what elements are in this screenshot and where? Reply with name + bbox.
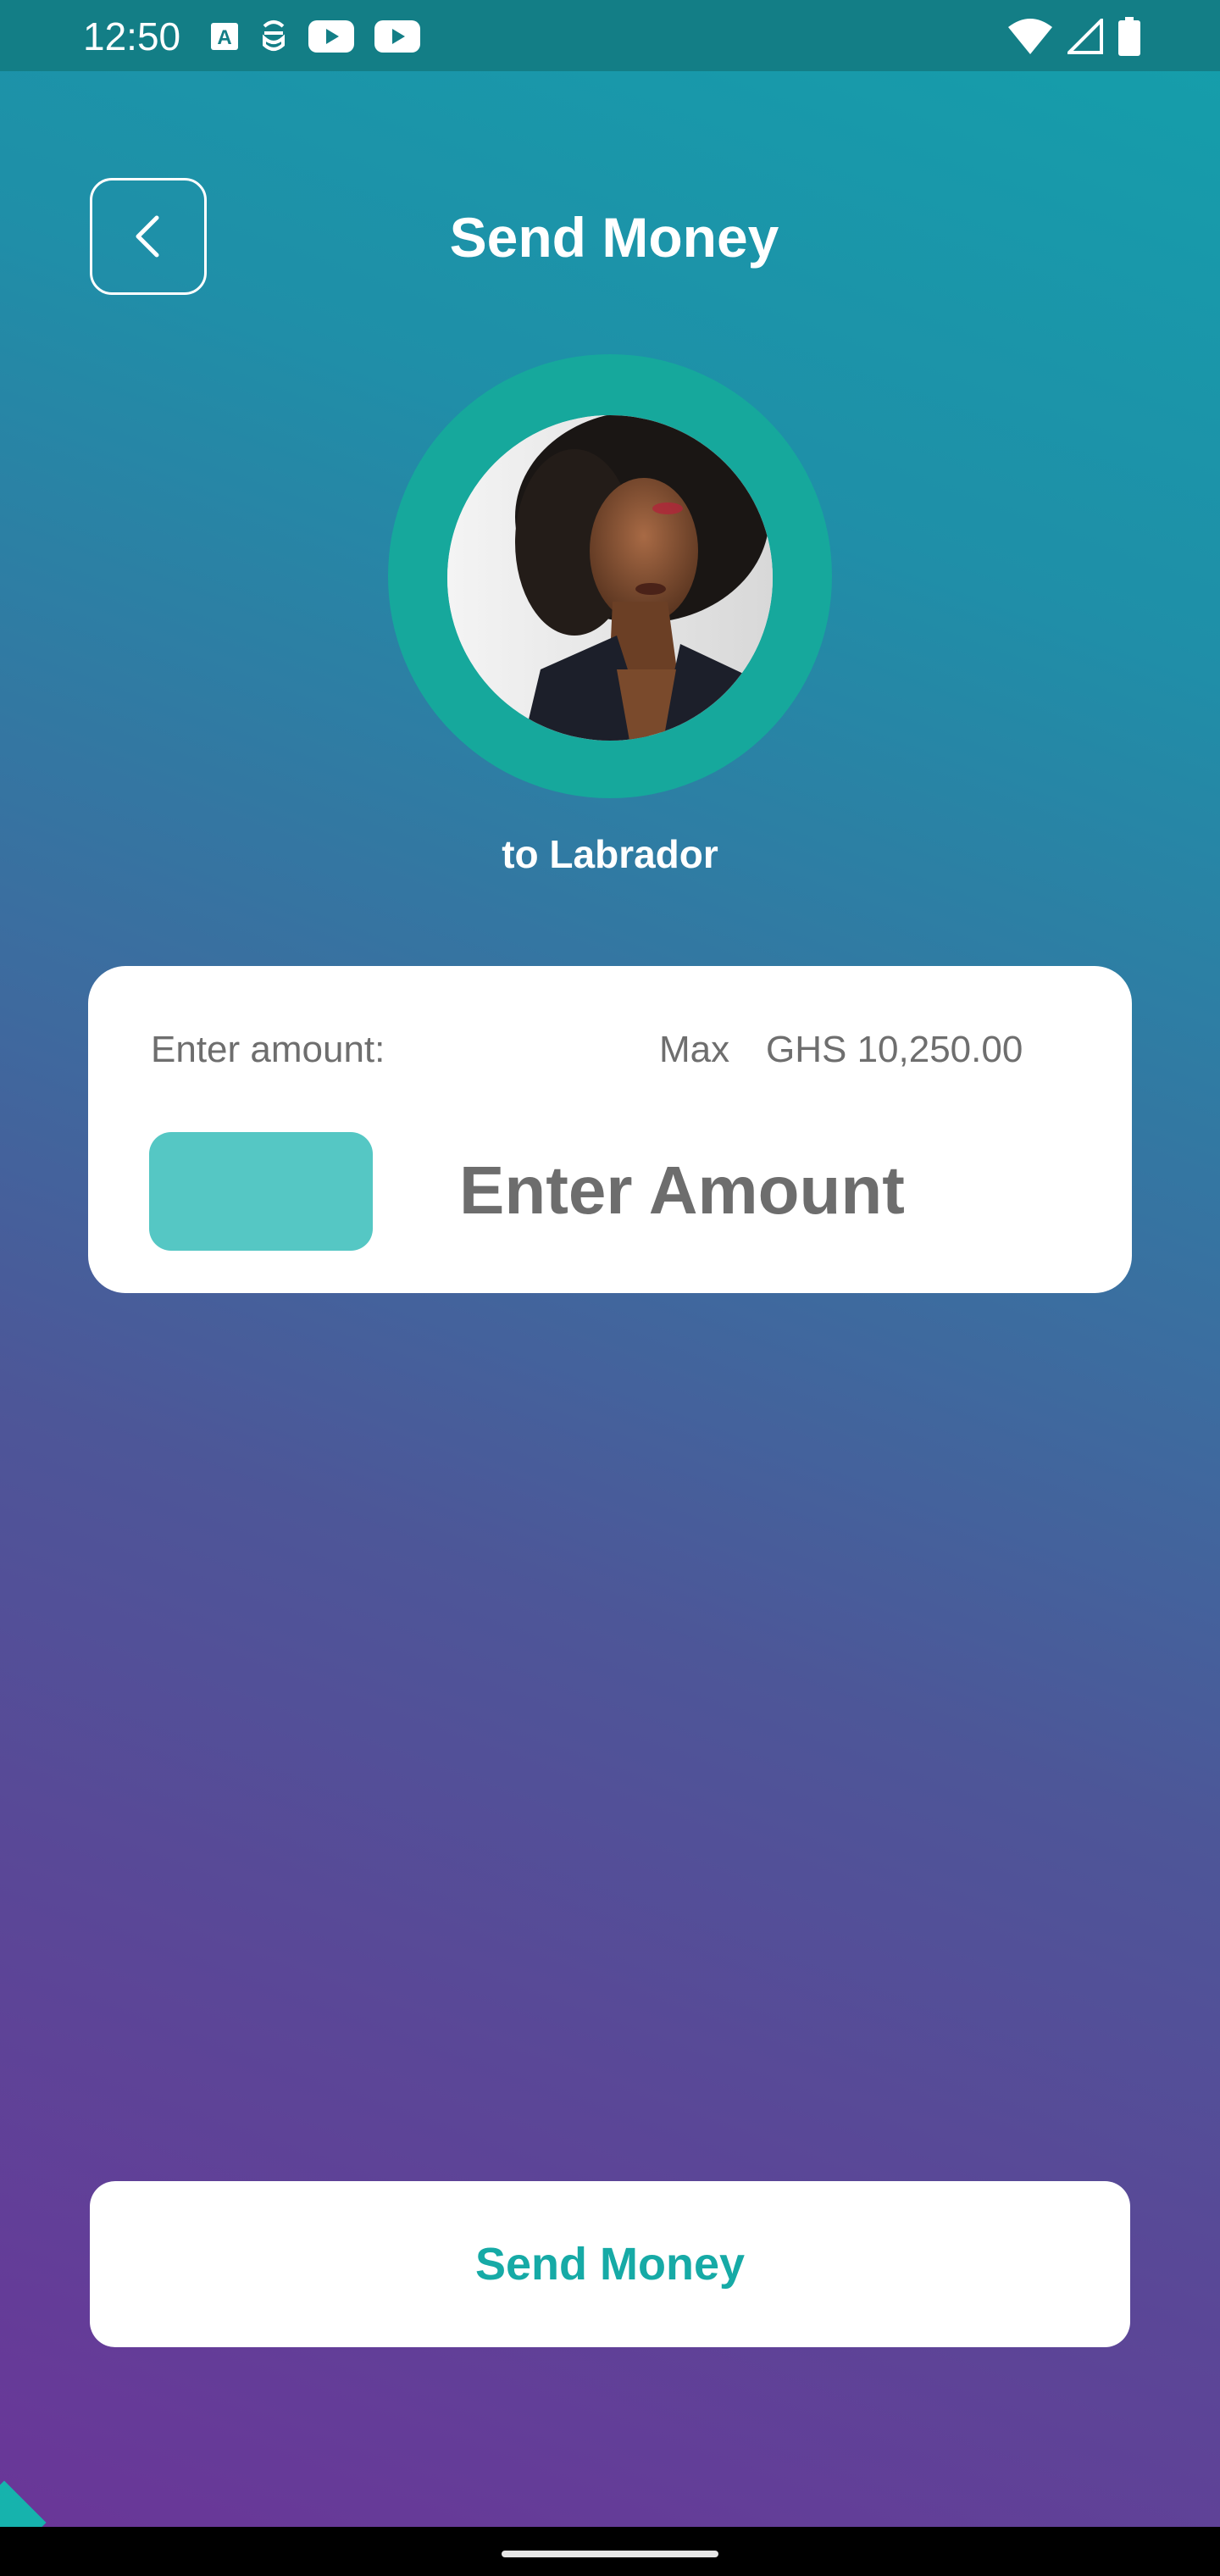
font-a-icon: A (211, 23, 238, 50)
signal-icon (1068, 19, 1103, 54)
battery-icon (1118, 17, 1140, 56)
amount-card: Enter amount: Max GHS 10,250.00 (88, 966, 1132, 1293)
youtube-icon (308, 20, 354, 53)
corner-accent (0, 2480, 47, 2527)
status-icons-left: A (210, 17, 420, 56)
amount-label: Enter amount: (151, 1029, 385, 1070)
status-bar: 12:50 A (0, 0, 1220, 71)
home-gesture-handle[interactable] (502, 2551, 718, 2557)
page-title: Send Money (449, 206, 779, 269)
avatar (447, 415, 773, 741)
robot-icon (263, 20, 285, 51)
max-value: GHS 10,250.00 (766, 1029, 1023, 1070)
youtube-icon (374, 20, 420, 53)
screen-background: 12:50 A Send Money to Labrador Enter amo… (0, 0, 1220, 2527)
currency-selector[interactable] (149, 1132, 373, 1251)
status-time: 12:50 (83, 14, 181, 58)
max-label: Max (659, 1029, 730, 1070)
amount-input[interactable] (459, 1135, 1069, 1246)
wifi-icon (1008, 19, 1052, 54)
svg-text:A: A (217, 26, 231, 49)
recipient-label: to Labrador (502, 832, 718, 876)
profile-photo (447, 415, 773, 741)
send-money-button[interactable]: Send Money (90, 2181, 1130, 2347)
status-icons-right (1008, 17, 1140, 56)
